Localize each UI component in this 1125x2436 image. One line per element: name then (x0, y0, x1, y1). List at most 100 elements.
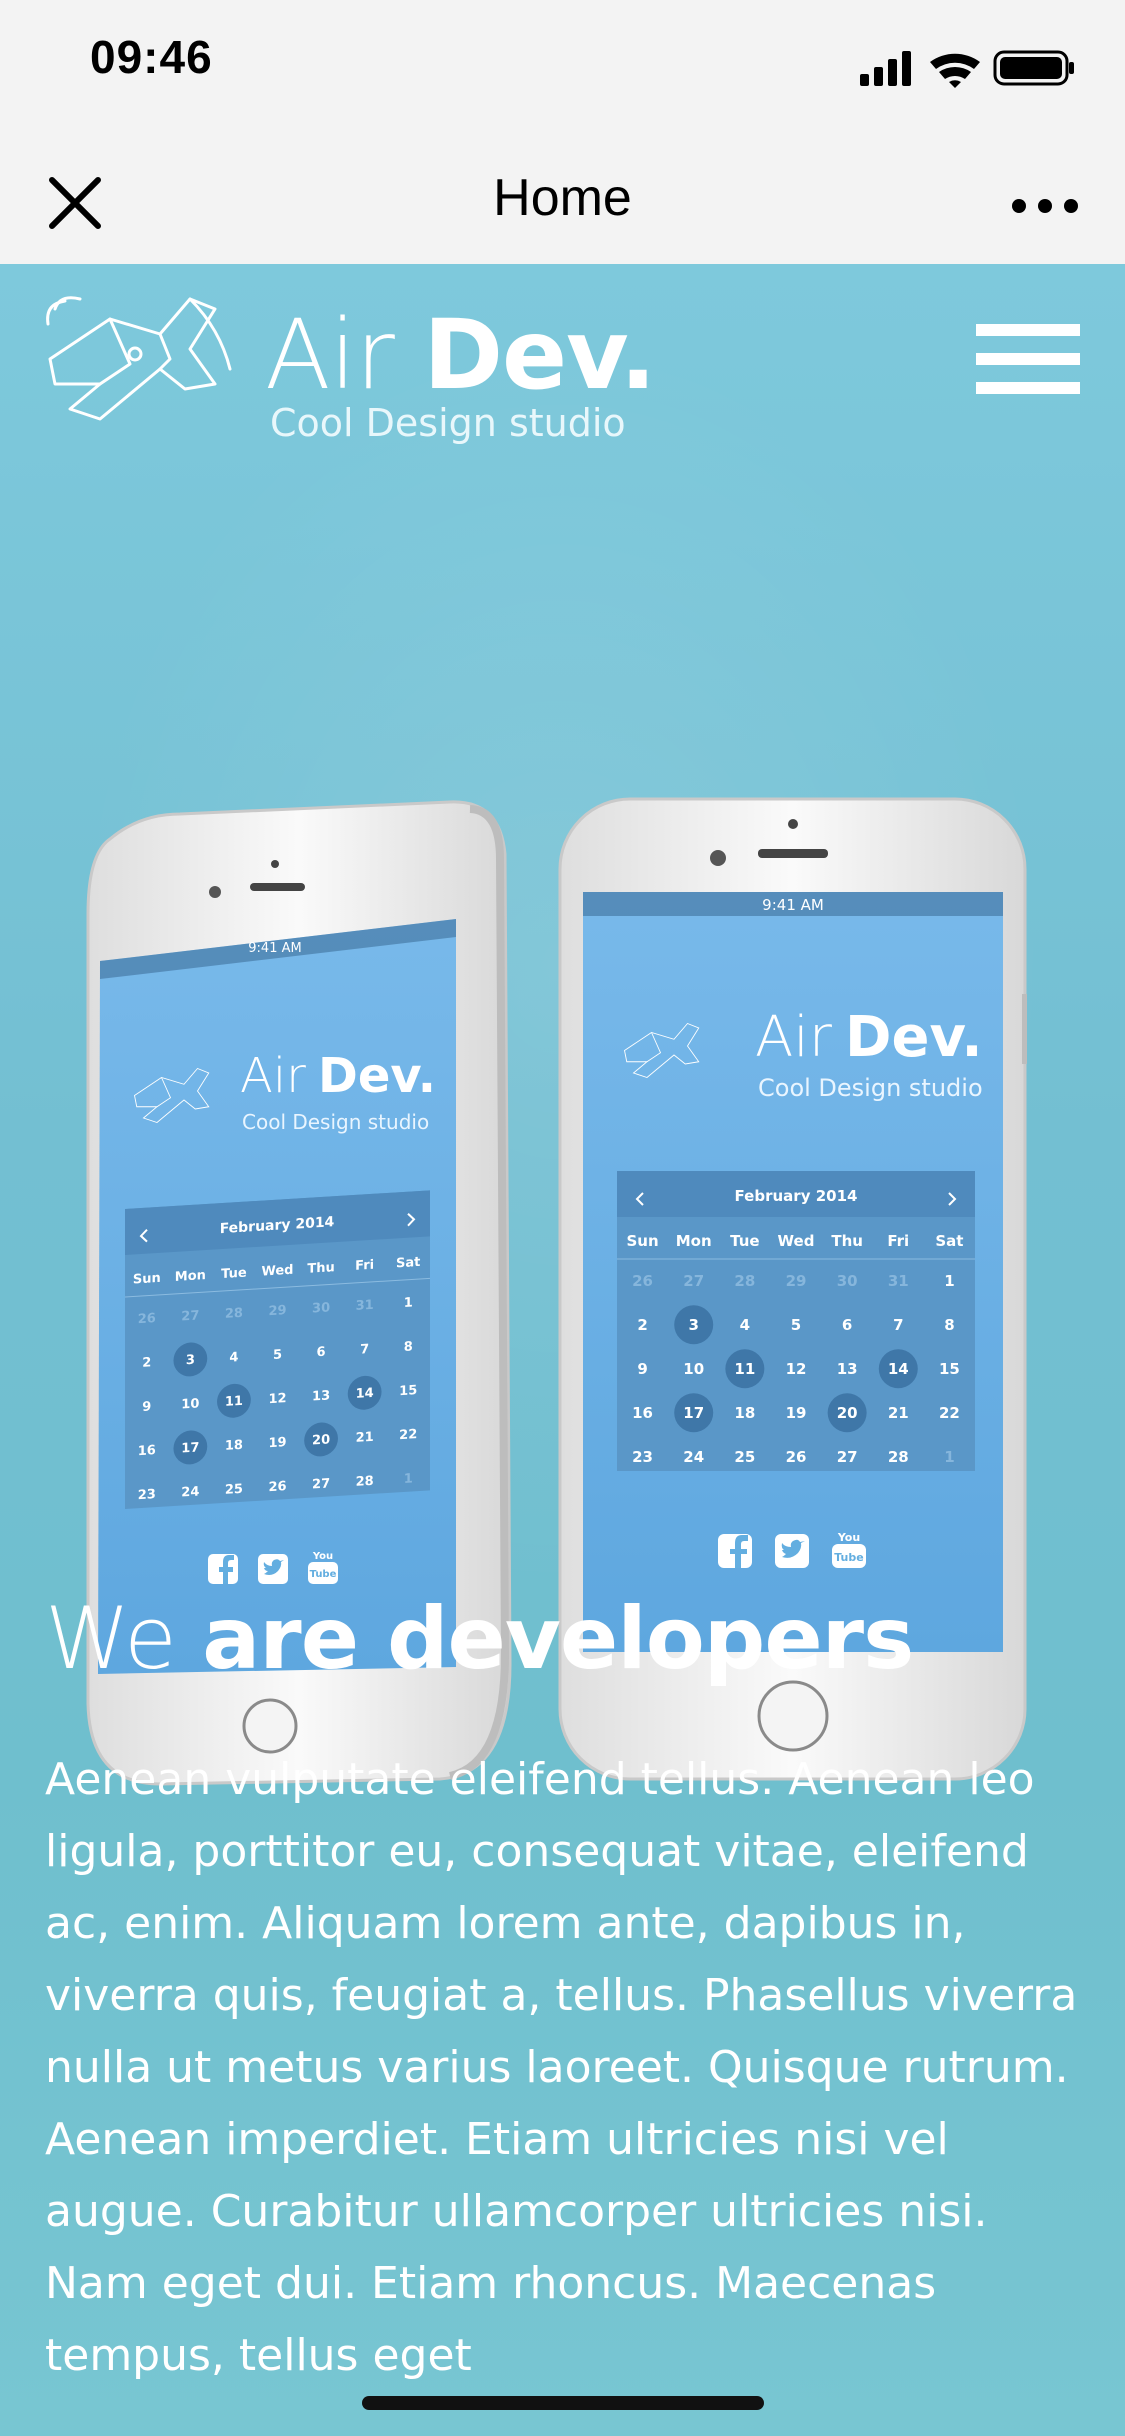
airplane-logo-icon (46, 296, 232, 421)
right-youtube-label-bottom: Tube (834, 1551, 863, 1564)
right-calendar: February 2014 Sun Mon Tue Wed Thu Fri Sat26 27 2… (617, 1171, 975, 1471)
calendar-weekday: Sat (396, 1255, 420, 1271)
signal-icon (860, 51, 911, 86)
left-youtube-label-top: You (312, 1551, 333, 1562)
calendar-day: 21 (356, 1430, 374, 1446)
left-social-icons: You Tube (208, 1551, 338, 1584)
calendar-day: 30 (312, 1300, 330, 1316)
calendar-day: 20 (837, 1404, 858, 1422)
calendar-day: 1 (404, 1471, 413, 1487)
status-time: 09:46 (90, 31, 213, 83)
calendar-day: 19 (786, 1404, 807, 1422)
calendar-day: 1 (404, 1295, 413, 1311)
calendar-day: 26 (632, 1272, 653, 1290)
calendar-day: 12 (786, 1360, 807, 1378)
left-mockup-time: 9:41 AM (248, 941, 301, 956)
twitter-icon (258, 1554, 288, 1584)
calendar-day: 4 (229, 1350, 238, 1366)
right-mockup-tagline: Cool Design studio (758, 1074, 983, 1102)
calendar-day: 7 (360, 1342, 369, 1358)
calendar-day: 17 (181, 1440, 199, 1456)
calendar-weekday: Sat (935, 1232, 963, 1250)
brand-name: Air Dev. (265, 299, 656, 411)
calendar-weekday: Fri (355, 1258, 374, 1274)
twitter-icon (775, 1534, 809, 1568)
calendar-day: 3 (688, 1316, 698, 1334)
calendar-day: 3 (186, 1353, 195, 1369)
calendar-day: 18 (225, 1438, 243, 1454)
calendar-day: 31 (888, 1272, 909, 1290)
headline-light: We (45, 1589, 177, 1689)
battery-icon (993, 50, 1074, 86)
calendar-day: 19 (268, 1435, 286, 1451)
page-title: Home (493, 169, 632, 227)
calendar-day: 10 (181, 1396, 199, 1412)
calendar-day: 12 (268, 1391, 286, 1407)
right-social-icons: You Tube (718, 1531, 866, 1568)
left-youtube-label-bottom: Tube (310, 1569, 337, 1580)
status-bar: 09:46 (0, 0, 1125, 140)
brand-tagline: Cool Design studio (270, 401, 626, 445)
calendar-weekday: Sun (626, 1232, 658, 1250)
wifi-icon (930, 53, 980, 88)
calendar-day: 23 (632, 1448, 653, 1466)
calendar-day: 26 (268, 1479, 286, 1495)
calendar-weekday: Tue (730, 1232, 759, 1250)
calendar-day: 8 (944, 1316, 954, 1334)
calendar-day: 24 (181, 1484, 199, 1500)
calendar-day: 15 (939, 1360, 960, 1378)
calendar-weekday: Thu (307, 1260, 334, 1277)
calendar-day: 30 (837, 1272, 858, 1290)
calendar-day: 14 (888, 1360, 909, 1378)
home-indicator[interactable] (362, 2396, 764, 2410)
calendar-weekday: Wed (262, 1263, 294, 1280)
calendar-weekday: Fri (887, 1232, 909, 1250)
calendar-weekday: Thu (831, 1232, 863, 1250)
calendar-day: 16 (632, 1404, 653, 1422)
calendar-day: 29 (786, 1272, 807, 1290)
calendar-day: 17 (683, 1404, 704, 1422)
calendar-day: 20 (312, 1432, 330, 1448)
calendar-day: 24 (683, 1448, 704, 1466)
calendar-day: 22 (939, 1404, 960, 1422)
left-calendar: February 2014 Sun Mon Tue Wed Thu Fri Sat26 27 2… (125, 1190, 430, 1509)
nav-bar: Home (0, 140, 1125, 264)
calendar-day: 9 (142, 1399, 151, 1415)
calendar-day: 10 (683, 1360, 704, 1378)
calendar-day: 7 (893, 1316, 903, 1334)
status-icons (860, 50, 1074, 88)
calendar-day: 28 (225, 1306, 243, 1322)
left-mockup-brand-bold: Dev. (318, 1048, 436, 1104)
calendar-day: 22 (399, 1427, 417, 1443)
calendar-day: 8 (404, 1339, 413, 1355)
right-youtube-label-top: You (837, 1531, 860, 1544)
calendar-day: 6 (317, 1345, 326, 1361)
more-icon[interactable] (1005, 168, 1085, 238)
hero-section: Air Dev. Cool Design studio 9:41 AM Air … (0, 264, 1125, 2436)
calendar-day: 13 (837, 1360, 858, 1378)
calendar-day: 25 (734, 1448, 755, 1466)
brand-name-bold: Dev. (423, 299, 656, 411)
brand-name-light: Air (265, 299, 395, 411)
hamburger-menu-icon[interactable] (976, 324, 1080, 394)
calendar-day: 4 (740, 1316, 750, 1334)
calendar-day: 27 (683, 1272, 704, 1290)
calendar-day: 27 (312, 1476, 330, 1492)
brand-logo-block[interactable]: Air Dev. Cool Design studio (40, 289, 656, 445)
right-calendar-month: February 2014 (735, 1187, 858, 1205)
calendar-day: 5 (273, 1347, 282, 1363)
calendar-day: 1 (944, 1272, 954, 1290)
calendar-day: 2 (637, 1316, 647, 1334)
calendar-weekday: Sun (133, 1271, 161, 1288)
calendar-day: 21 (888, 1404, 909, 1422)
calendar-day: 2 (142, 1355, 151, 1371)
calendar-day: 6 (842, 1316, 852, 1334)
calendar-day: 15 (399, 1383, 417, 1399)
calendar-day: 5 (791, 1316, 801, 1334)
calendar-day: 16 (138, 1443, 156, 1459)
left-mockup-brand-light: Air (240, 1048, 306, 1104)
calendar-weekday: Tue (221, 1266, 247, 1283)
facebook-icon (718, 1534, 752, 1568)
calendar-weekday: Mon (676, 1232, 712, 1250)
calendar-day: 13 (312, 1388, 330, 1404)
